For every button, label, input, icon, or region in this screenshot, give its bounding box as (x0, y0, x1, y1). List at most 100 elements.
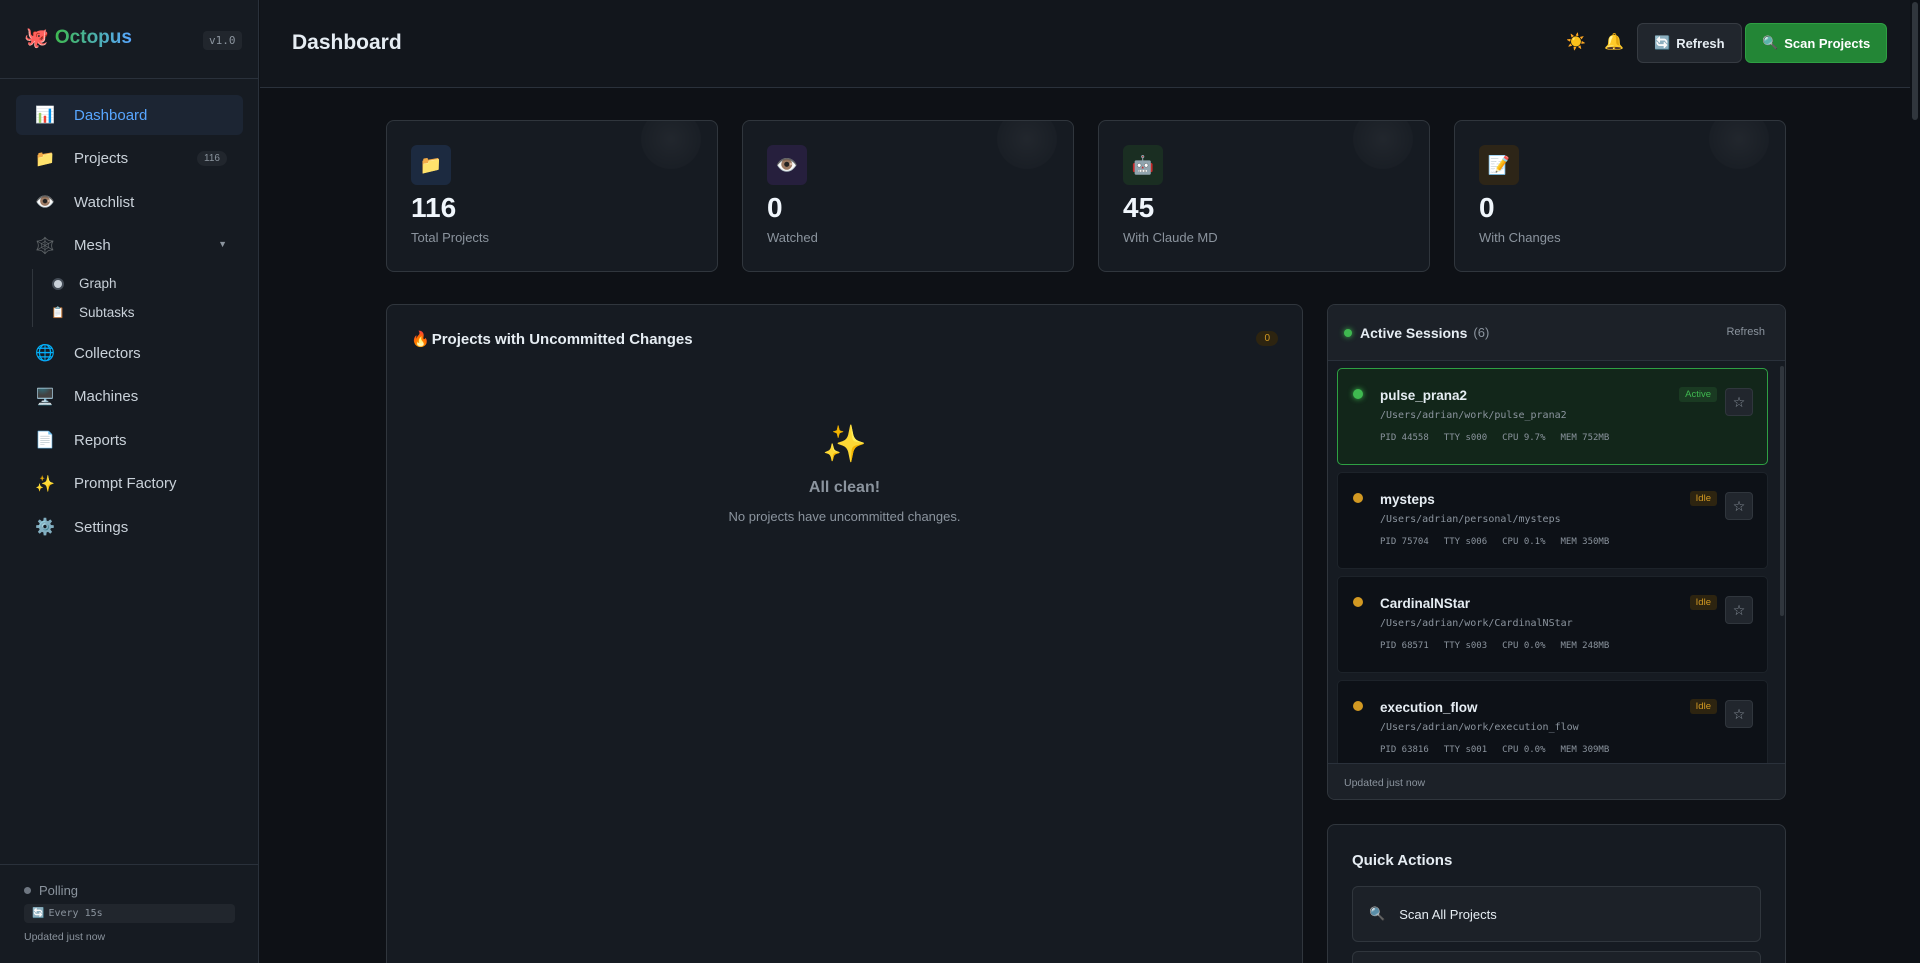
sidebar-item-watchlist[interactable]: 👁️ Watchlist (16, 182, 243, 222)
scan-projects-button[interactable]: 🔍 Scan Projects (1745, 23, 1888, 63)
sidebar-item-label: Dashboard (74, 106, 148, 124)
session-meta: PID 68571 TTY s003 CPU 0.0% MEM 248MB (1380, 641, 1609, 651)
session-pid: PID 44558 (1380, 433, 1429, 443)
star-icon[interactable]: ☆ (1725, 388, 1753, 416)
star-icon[interactable]: ☆ (1725, 492, 1753, 520)
search-icon: 🔍 (1369, 906, 1386, 921)
sidebar-item-projects[interactable]: 📁 Projects 116 (16, 139, 243, 179)
status-dot-icon (24, 887, 31, 894)
sessions-header: Active Sessions (6) Refresh (1328, 305, 1785, 361)
session-card[interactable]: CardinalNStar /Users/adrian/work/Cardina… (1337, 576, 1768, 673)
star-icon[interactable]: ☆ (1725, 596, 1753, 624)
sidebar: 🐙 Octopus v1.0 📊 Dashboard 📁 Projects 11… (0, 0, 259, 963)
page-scrollbar-thumb[interactable] (1912, 2, 1918, 120)
folder-icon: 📁 (35, 150, 55, 168)
quick-action-button[interactable] (1352, 951, 1761, 963)
sparkles-icon: ✨ (35, 475, 55, 493)
sparkles-icon: ✨ (822, 423, 867, 464)
refresh-icon: 🔄 (32, 908, 45, 919)
version-badge: v1.0 (203, 31, 242, 50)
active-sessions-panel: Active Sessions (6) Refresh pulse_prana2… (1327, 304, 1786, 800)
sessions-footer: Updated just now (1328, 763, 1785, 799)
sidebar-item-dashboard[interactable]: 📊 Dashboard (16, 95, 243, 135)
sessions-scrollbar[interactable] (1777, 362, 1785, 763)
stat-label: With Changes (1479, 229, 1561, 245)
sidebar-item-subtasks[interactable]: 📋 Subtasks (51, 298, 243, 327)
monitor-icon: 🖥️ (35, 388, 55, 406)
refresh-icon: 🔄 (1654, 35, 1671, 50)
stat-value: 116 (411, 192, 457, 223)
session-path: /Users/adrian/personal/mysteps (1380, 514, 1561, 525)
robot-icon: 🤖 (1123, 145, 1163, 185)
stat-card-total-projects[interactable]: 📁 116 Total Projects (386, 120, 718, 272)
sidebar-item-mesh[interactable]: 🕸️ Mesh ▼ (16, 226, 243, 266)
sidebar-footer: Polling 🔄 Every 15s Updated just now (0, 864, 259, 961)
sidebar-item-machines[interactable]: 🖥️ Machines (16, 377, 243, 417)
scan-all-projects-button[interactable]: 🔍 Scan All Projects (1352, 886, 1761, 942)
live-status-dot-icon (1344, 328, 1352, 337)
stat-card-watched[interactable]: 👁️ 0 Watched (742, 120, 1074, 272)
polling-interval[interactable]: 🔄 Every 15s (24, 904, 235, 923)
session-name: mysteps (1380, 492, 1435, 507)
panel-title: 🔥 Projects with Uncommitted Changes (411, 330, 693, 349)
page-scrollbar[interactable] (1910, 0, 1920, 963)
stat-card-with-claude-md[interactable]: 🤖 45 With Claude MD (1098, 120, 1430, 272)
sun-icon[interactable]: ☀️ (1566, 32, 1586, 52)
session-name: pulse_prana2 (1380, 388, 1468, 403)
session-cpu: CPU 0.0% (1502, 641, 1546, 651)
star-icon[interactable]: ☆ (1725, 700, 1753, 728)
stat-value: 45 (1123, 192, 1155, 223)
session-name: CardinalNStar (1380, 596, 1471, 611)
session-mem: MEM 752MB (1560, 433, 1610, 443)
mesh-subnav: Graph 📋 Subtasks (32, 269, 243, 327)
quick-actions-panel: Quick Actions 🔍 Scan All Projects (1327, 824, 1786, 963)
sidebar-item-graph[interactable]: Graph (51, 269, 243, 298)
brand[interactable]: 🐙 Octopus (24, 27, 132, 49)
session-pid: PID 75704 (1380, 537, 1429, 547)
sidebar-item-label: Subtasks (79, 305, 135, 320)
session-name: execution_flow (1380, 700, 1478, 715)
search-icon: 🔍 (1762, 35, 1779, 50)
session-tty: TTY s003 (1443, 641, 1488, 651)
scan-all-projects-label: Scan All Projects (1399, 906, 1497, 922)
session-card[interactable]: execution_flow /Users/adrian/work/execut… (1337, 680, 1768, 763)
last-updated: Updated just now (24, 931, 106, 943)
sidebar-item-label: Mesh (74, 237, 111, 254)
scan-projects-label: Scan Projects (1784, 35, 1871, 51)
empty-state: ✨ All clean! No projects have uncommitte… (387, 423, 1302, 524)
session-card[interactable]: mysteps /Users/adrian/personal/mysteps P… (1337, 472, 1768, 569)
bell-icon[interactable]: 🔔 (1604, 32, 1624, 52)
clipboard-icon: 📋 (51, 307, 65, 319)
web-icon: 🕸️ (35, 237, 55, 255)
sessions-refresh-button[interactable]: Refresh (1726, 326, 1765, 338)
sidebar-item-collectors[interactable]: 🌐 Collectors (16, 333, 243, 373)
uncommitted-changes-panel: 🔥 Projects with Uncommitted Changes 0 ✨ … (386, 304, 1303, 963)
session-tty: TTY s000 (1443, 433, 1488, 443)
sidebar-nav: 📊 Dashboard 📁 Projects 116 👁️ Watchlist … (16, 95, 243, 551)
sessions-count: (6) (1473, 325, 1490, 340)
sidebar-item-settings[interactable]: ⚙️ Settings (16, 507, 243, 547)
folder-icon: 📁 (411, 145, 451, 185)
empty-state-title: All clean! (808, 479, 881, 496)
chevron-down-icon[interactable]: ▼ (218, 239, 227, 249)
status-dot-icon (1353, 701, 1363, 711)
sessions-scrollbar-thumb[interactable] (1780, 366, 1784, 616)
page-title: Dashboard (292, 31, 402, 54)
sidebar-item-label: Collectors (74, 344, 141, 362)
session-card[interactable]: pulse_prana2 /Users/adrian/work/pulse_pr… (1337, 368, 1768, 465)
sidebar-item-label: Settings (74, 518, 129, 536)
stat-label: Total Projects (411, 229, 490, 245)
sidebar-item-prompt-factory[interactable]: ✨ Prompt Factory (16, 464, 243, 504)
session-mem: MEM 309MB (1560, 745, 1610, 755)
refresh-button[interactable]: 🔄 Refresh (1637, 23, 1742, 63)
session-cpu: CPU 9.7% (1502, 433, 1546, 443)
polling-status: Polling (24, 883, 235, 898)
eye-icon: 👁️ (35, 194, 55, 211)
polling-label: Polling (39, 883, 79, 898)
session-path: /Users/adrian/work/CardinalNStar (1380, 618, 1573, 629)
globe-icon: 🌐 (35, 345, 55, 362)
sidebar-item-reports[interactable]: 📄 Reports (16, 420, 243, 460)
document-icon: 📄 (35, 432, 55, 449)
stat-card-with-changes[interactable]: 📝 0 With Changes (1454, 120, 1786, 272)
session-list[interactable]: pulse_prana2 /Users/adrian/work/pulse_pr… (1328, 362, 1777, 763)
